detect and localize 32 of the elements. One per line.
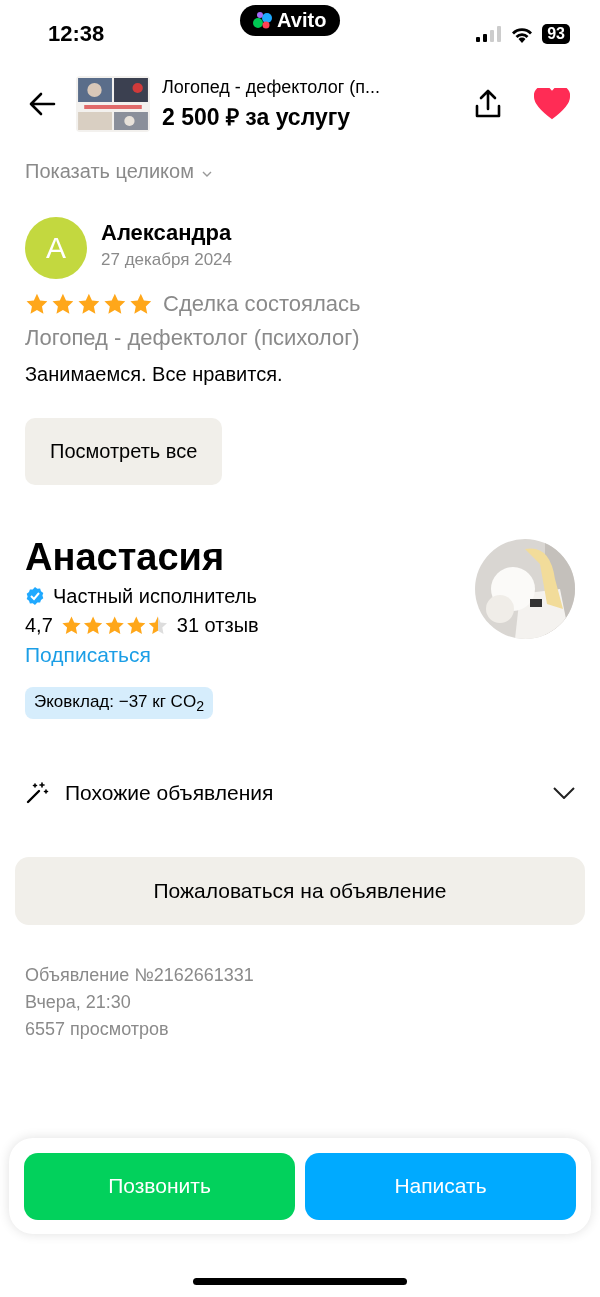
deal-status: Сделка состоялась	[163, 291, 361, 317]
back-arrow-icon[interactable]	[28, 92, 56, 116]
listing-meta: Вчера, 21:30	[25, 992, 132, 1014]
share-icon[interactable]	[474, 89, 502, 119]
listing-meta: Объявление №2162661331	[25, 965, 255, 987]
app-name: Avito	[277, 8, 327, 32]
signal-icon	[476, 26, 503, 42]
heart-icon[interactable]	[534, 88, 570, 120]
seller-rating: 4,7	[25, 613, 53, 637]
listing-price: 2 500 ₽ за услугу	[162, 102, 352, 132]
see-all-button[interactable]: Посмотреть все	[25, 418, 223, 485]
seller-name: Анастасия	[25, 537, 225, 579]
chevron-icon	[553, 787, 575, 800]
review-service: Логопед - дефектолог (психолог)	[25, 325, 361, 351]
review-count-link[interactable]: 31 отзыв	[176, 613, 259, 637]
logo-icon	[252, 10, 275, 30]
verified-icon	[25, 586, 45, 607]
wifi-icon	[510, 25, 535, 43]
seller-type: Частный исполнитель	[53, 584, 257, 608]
similar-listings-row[interactable]: Похожие объявления	[25, 781, 575, 806]
status-time: 12:38	[48, 21, 105, 47]
chevron-icon	[201, 170, 212, 177]
review-author: Александра	[101, 220, 233, 246]
report-button[interactable]: Пожаловаться на объявление	[15, 857, 585, 926]
avatar: А	[25, 217, 87, 279]
listing-title: Логопед - дефектолог (п...	[162, 76, 381, 98]
listing-meta: 6557 просмотров	[25, 1019, 170, 1041]
battery-indicator: 93	[542, 24, 570, 44]
magic-wand-icon	[25, 781, 49, 806]
eco-badge: Эковклад: −37 кг CO$_{2}$	[25, 686, 213, 720]
review-date: 27 декабря 2024	[101, 250, 233, 270]
review-text: Занимаемся. Все нравится.	[25, 363, 284, 386]
